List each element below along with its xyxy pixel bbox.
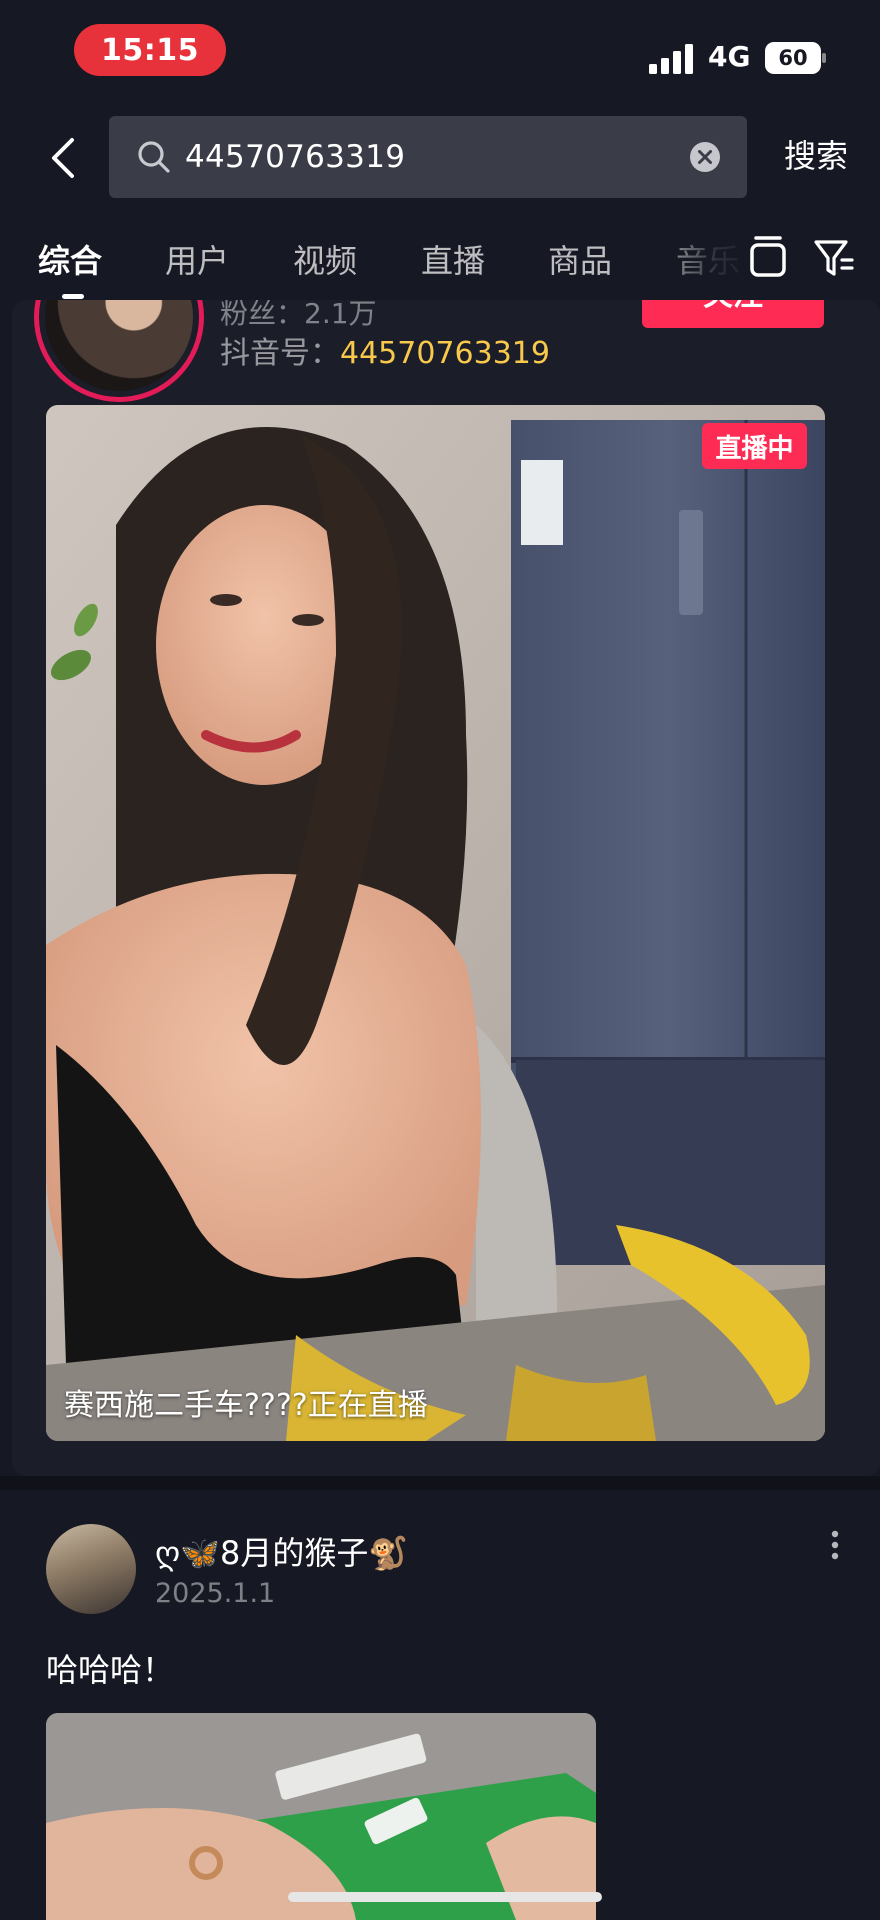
post-thumbnail-image bbox=[46, 1713, 596, 1920]
tab-live[interactable]: 直播 bbox=[421, 236, 485, 282]
live-caption: 赛西施二手车????正在直播 bbox=[64, 1388, 428, 1423]
live-badge: 直播中 bbox=[702, 423, 807, 469]
home-indicator[interactable] bbox=[288, 1892, 602, 1902]
filter-icon[interactable] bbox=[812, 236, 856, 280]
back-arrow-icon bbox=[52, 138, 74, 178]
battery-level: 60 bbox=[765, 42, 821, 74]
search-results-page: 15:15 4G 60 44570763319 搜索 粉丝：2.1万 抖音号：4… bbox=[0, 0, 880, 1920]
clear-icon[interactable] bbox=[689, 141, 721, 173]
post-date: 2025.1.1 bbox=[155, 1578, 276, 1609]
post-text: 哈哈哈！ bbox=[46, 1651, 175, 1689]
douyin-id-value: 44570763319 bbox=[340, 336, 550, 371]
douyin-id-label: 抖音号： bbox=[220, 336, 340, 371]
layout-icon[interactable] bbox=[748, 234, 788, 282]
tab-videos[interactable]: 视频 bbox=[293, 236, 357, 282]
tab-fade bbox=[650, 222, 760, 300]
tab-products[interactable]: 商品 bbox=[548, 236, 612, 282]
more-vertical-icon[interactable] bbox=[820, 1528, 850, 1568]
battery-icon: 60 bbox=[765, 42, 826, 74]
tab-comprehensive[interactable]: 综合 bbox=[38, 236, 102, 282]
search-icon bbox=[138, 141, 170, 173]
network-type: 4G bbox=[708, 40, 751, 73]
search-query: 44570763319 bbox=[185, 139, 406, 175]
post-author-name[interactable]: ღ🦋8月的猴子🐒 bbox=[155, 1528, 408, 1574]
post-author-avatar[interactable] bbox=[46, 1524, 136, 1614]
post-video-thumbnail[interactable] bbox=[46, 1713, 596, 1920]
section-divider bbox=[0, 1476, 880, 1490]
battery-cap bbox=[822, 53, 826, 63]
signal-icon bbox=[649, 44, 693, 74]
live-thumbnail-image bbox=[46, 405, 825, 1441]
tab-users[interactable]: 用户 bbox=[165, 236, 229, 282]
active-tab-indicator bbox=[62, 294, 84, 299]
douyin-id-row: 抖音号：44570763319 bbox=[220, 328, 550, 372]
search-submit-button[interactable]: 搜索 bbox=[784, 131, 848, 177]
search-input[interactable]: 44570763319 bbox=[109, 116, 747, 198]
live-stream-thumbnail[interactable] bbox=[46, 405, 825, 1441]
status-bar: 15:15 4G 60 bbox=[0, 0, 880, 104]
back-button[interactable] bbox=[38, 128, 88, 188]
status-time: 15:15 bbox=[74, 24, 226, 76]
